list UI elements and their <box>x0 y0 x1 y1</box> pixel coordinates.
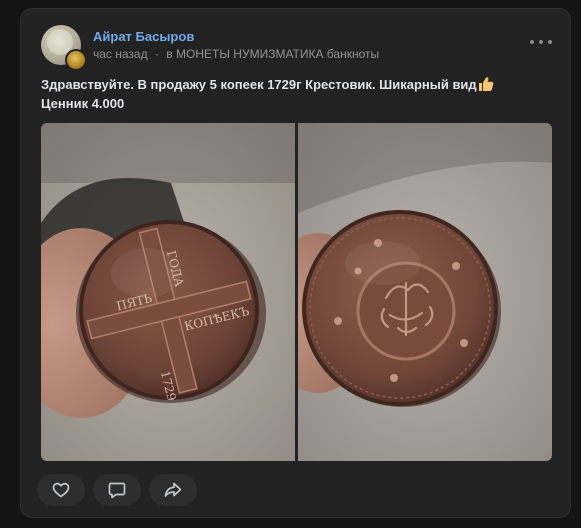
share-button[interactable] <box>149 474 197 506</box>
thumbs-up-icon <box>478 77 494 91</box>
coin-photo-reverse[interactable] <box>298 123 552 461</box>
coin-photo-obverse[interactable]: ПЯТЬ КОПѢЕКЪ 1729 ГОДА <box>41 123 295 461</box>
author-avatar-wrap[interactable] <box>41 25 87 71</box>
comment-button[interactable] <box>93 474 141 506</box>
author-name[interactable]: Айрат Басыров <box>93 29 194 44</box>
group-name[interactable]: МОНЕТЫ НУМИЗМАТИКА банкноты <box>176 47 379 61</box>
post-meta: час назад · в МОНЕТЫ НУМИЗМАТИКА банкнот… <box>93 47 379 61</box>
group-prefix: в <box>166 47 173 61</box>
group-avatar-badge[interactable] <box>65 49 87 71</box>
post-time[interactable]: час назад <box>93 47 148 61</box>
post-actions <box>37 474 197 506</box>
like-button[interactable] <box>37 474 85 506</box>
share-icon <box>164 482 182 497</box>
heart-icon <box>52 482 70 498</box>
post-text-line1: Здравствуйте. В продажу 5 копеек 1729г К… <box>41 77 477 92</box>
meta-separator: · <box>154 47 159 61</box>
post-text: Здравствуйте. В продажу 5 копеек 1729г К… <box>41 75 494 113</box>
post-text-line2: Ценник 4.000 <box>41 96 125 111</box>
comment-icon <box>108 482 126 499</box>
post-card: Айрат Басыров час назад · в МОНЕТЫ НУМИЗ… <box>20 8 571 518</box>
more-dots-icon[interactable] <box>530 37 552 47</box>
